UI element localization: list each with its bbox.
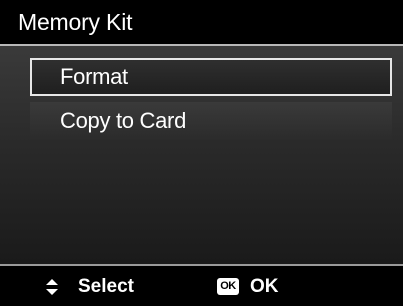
menu-item-label: Copy to Card	[60, 108, 187, 133]
menu-item-copy-to-card[interactable]: Copy to Card	[30, 102, 392, 140]
menu-item-label: Format	[60, 64, 128, 89]
ok-hint-label: OK	[250, 276, 279, 297]
camera-menu-screen: Memory Kit Format Copy to Card Select OK…	[0, 0, 403, 306]
menu-item-format[interactable]: Format	[30, 58, 392, 96]
up-down-arrows-icon	[46, 279, 58, 295]
select-hint-label: Select	[78, 276, 134, 297]
menu-list: Format Copy to Card	[0, 46, 403, 264]
ok-button-icon: OK	[217, 278, 239, 295]
menu-title: Memory Kit	[18, 9, 133, 35]
title-bar: Memory Kit	[0, 0, 403, 46]
footer-hint-bar: Select OK OK	[0, 264, 403, 306]
